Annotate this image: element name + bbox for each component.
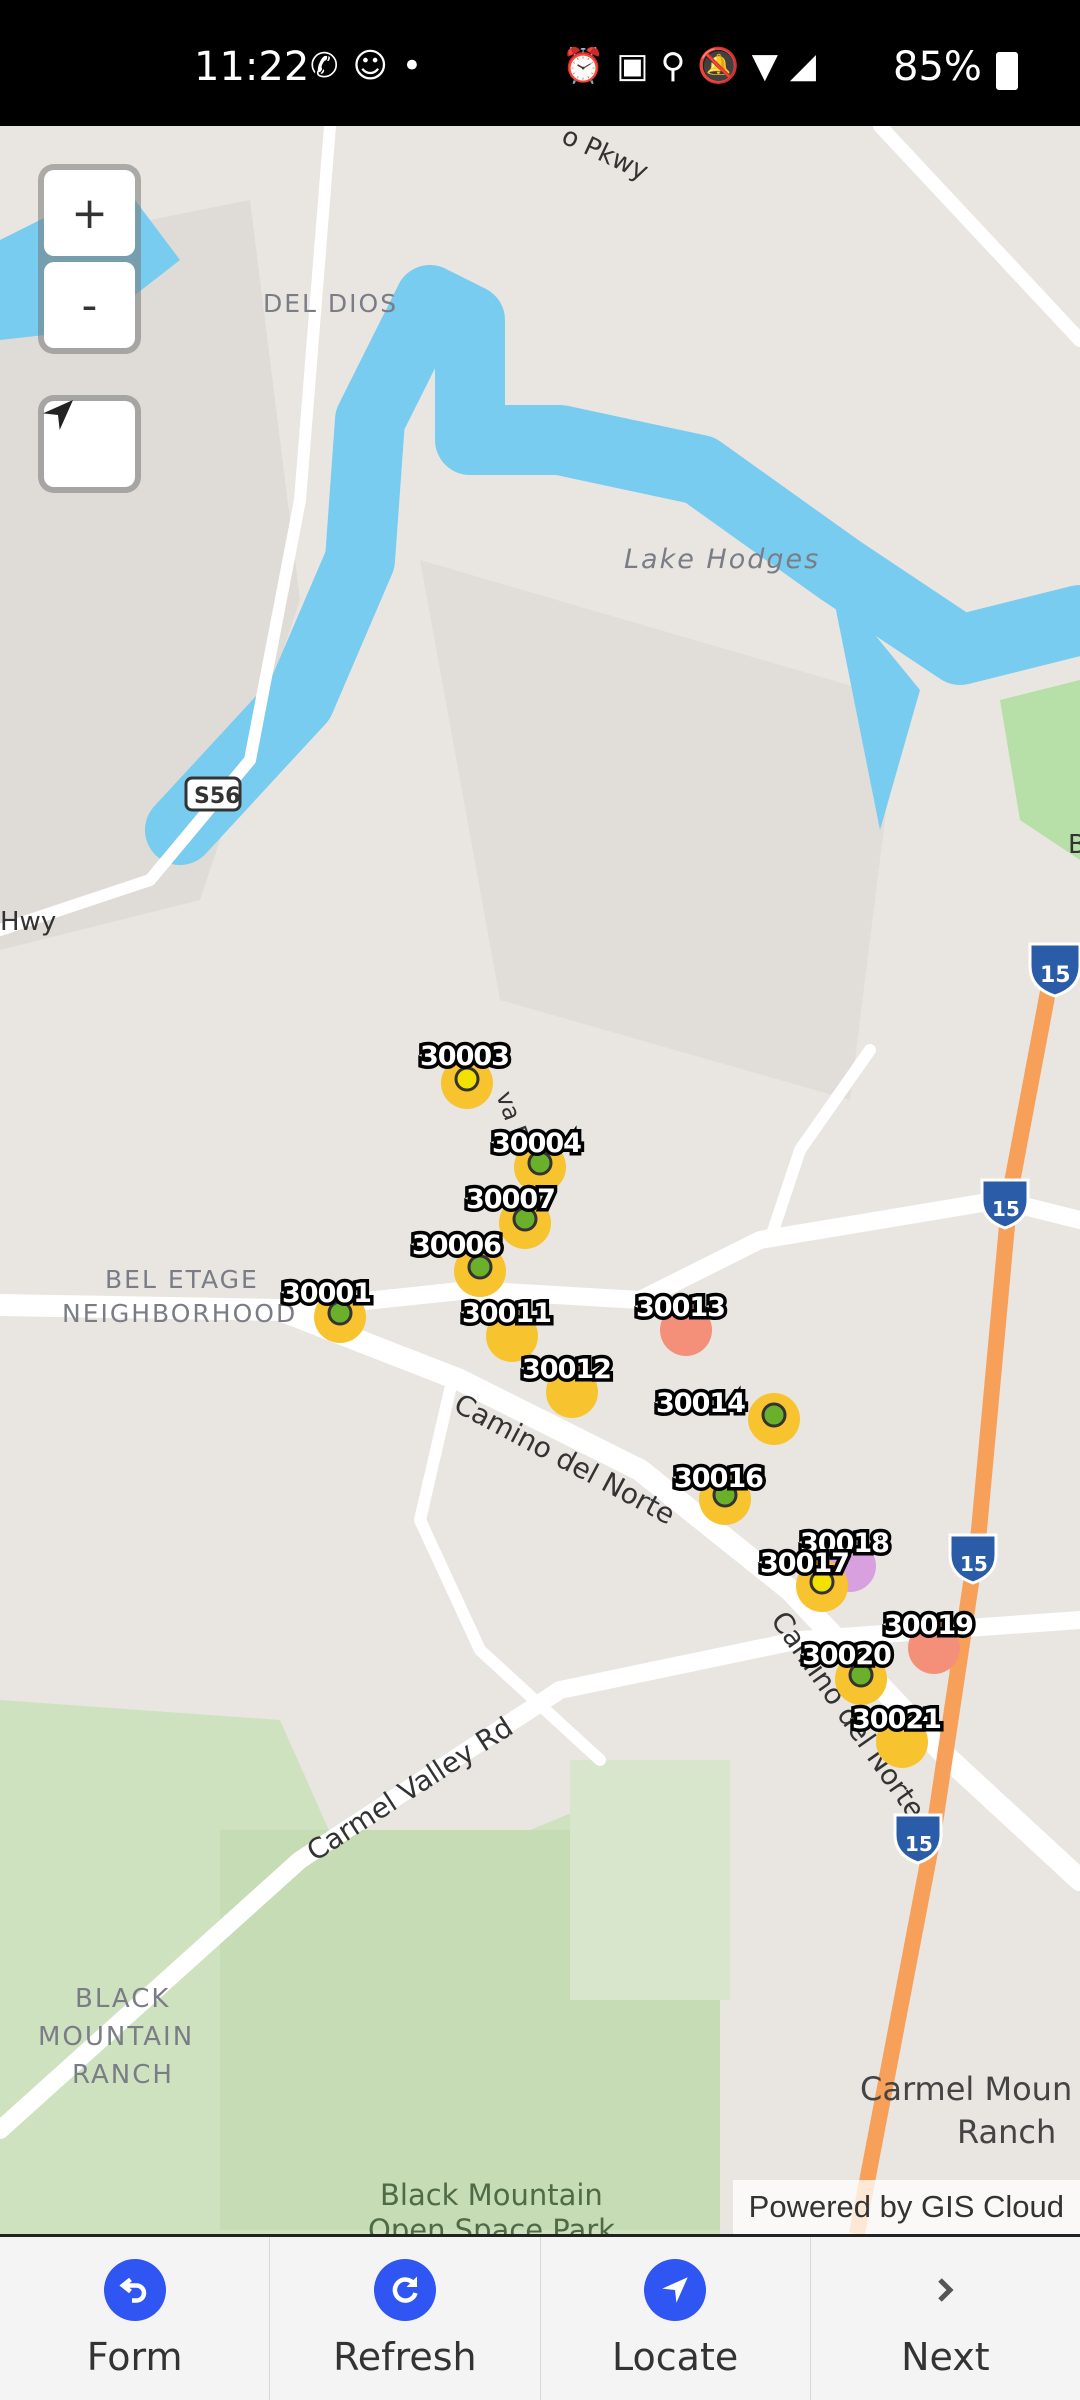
locate-button[interactable]: Locate — [541, 2237, 811, 2400]
label-hwy: Hwy — [0, 907, 56, 937]
undo-arrow-icon — [103, 2259, 166, 2321]
status-time: 11:22 — [194, 44, 310, 90]
marker-label: 30014 — [656, 1388, 745, 1419]
label-carmel-ranch: Ranch — [957, 2113, 1056, 2151]
locate-me-button[interactable] — [43, 400, 135, 487]
svg-text:S56: S56 — [194, 784, 240, 809]
label-carmel-mountain: Carmel Moun — [860, 2070, 1072, 2108]
svg-text:15: 15 — [960, 1552, 988, 1576]
marker-label: 30012 — [522, 1354, 611, 1385]
label-bel-etage: BEL ETAGE — [105, 1265, 259, 1294]
zoom-control: + - — [38, 164, 141, 354]
refresh-button[interactable]: Refresh — [270, 2237, 541, 2400]
battery-icon — [996, 52, 1018, 90]
map-marker-30012[interactable]: 30012 — [519, 1351, 616, 1389]
map-canvas[interactable]: DEL DIOS Lake Hodges BEL ETAGE NEIGHBORH… — [0, 126, 1080, 2234]
refresh-icon — [373, 2259, 436, 2321]
label-black-mountain-park: Black Mountain — [380, 2178, 603, 2212]
svg-text:15: 15 — [905, 1832, 933, 1856]
navigation-arrow-icon — [43, 400, 73, 430]
label-mountain: MOUNTAIN — [38, 2022, 194, 2052]
label-black: BLACK — [75, 1984, 170, 2014]
marker-label: 30020 — [802, 1640, 891, 1671]
svg-text:15: 15 — [1040, 963, 1071, 988]
refresh-label: Refresh — [333, 2335, 477, 2379]
marker-label: 30007 — [466, 1184, 555, 1215]
label-lake-hodges: Lake Hodges — [624, 544, 820, 575]
marker-label: 30013 — [636, 1292, 725, 1323]
locate-control — [38, 395, 141, 493]
marker-label: 30019 — [884, 1610, 973, 1641]
marker-label: 30016 — [674, 1463, 763, 1494]
label-open-space-park: Open Space Park — [368, 2213, 615, 2234]
locate-label: Locate — [612, 2335, 739, 2379]
zoom-in-button[interactable]: + — [44, 170, 135, 256]
marker-label: 30006 — [412, 1230, 501, 1261]
marker-label: 30017 — [760, 1548, 849, 1579]
zoom-out-button[interactable]: - — [44, 262, 135, 348]
map-marker-30013[interactable]: 30013 — [633, 1289, 730, 1327]
map-marker-30011[interactable]: 30011 — [459, 1295, 556, 1333]
next-button[interactable]: Next — [811, 2237, 1080, 2400]
s56-shield-icon: S56 — [184, 776, 242, 812]
navigation-arrow-icon — [644, 2259, 707, 2321]
form-label: Form — [86, 2335, 183, 2379]
bottom-toolbar: Form Refresh Locate Next — [0, 2234, 1080, 2400]
marker-label: 30003 — [420, 1041, 509, 1072]
map-view[interactable]: DEL DIOS Lake Hodges BEL ETAGE NEIGHBORH… — [0, 126, 1080, 2234]
label-neighborhood: NEIGHBORHOOD — [62, 1299, 297, 1328]
map-marker-30019[interactable]: 30019 — [881, 1607, 978, 1645]
chevron-right-icon — [914, 2259, 976, 2321]
svg-text:15: 15 — [992, 1197, 1020, 1221]
marker-dot[interactable] — [761, 1402, 787, 1428]
marker-label: 30001 — [282, 1278, 371, 1309]
battery-percent: 85% — [893, 44, 982, 90]
form-button[interactable]: Form — [0, 2237, 271, 2400]
label-del-dios: DEL DIOS — [263, 289, 398, 318]
map-marker-30021[interactable]: 30021 — [849, 1701, 946, 1739]
marker-label: 30011 — [462, 1298, 551, 1329]
next-label: Next — [901, 2335, 990, 2379]
marker-label: 30004 — [492, 1128, 581, 1159]
marker-label: 30021 — [852, 1704, 941, 1735]
notification-icons: ✆☺• — [310, 46, 436, 86]
label-ranch: RANCH — [72, 2060, 174, 2090]
attribution: Powered by GIS Cloud — [732, 2180, 1080, 2234]
system-icons: ⏰▣⚲🔕▼◢ — [562, 46, 828, 86]
label-b: B — [1068, 830, 1080, 860]
status-bar: 11:22 ✆☺• ⏰▣⚲🔕▼◢ 85% — [0, 0, 1080, 126]
